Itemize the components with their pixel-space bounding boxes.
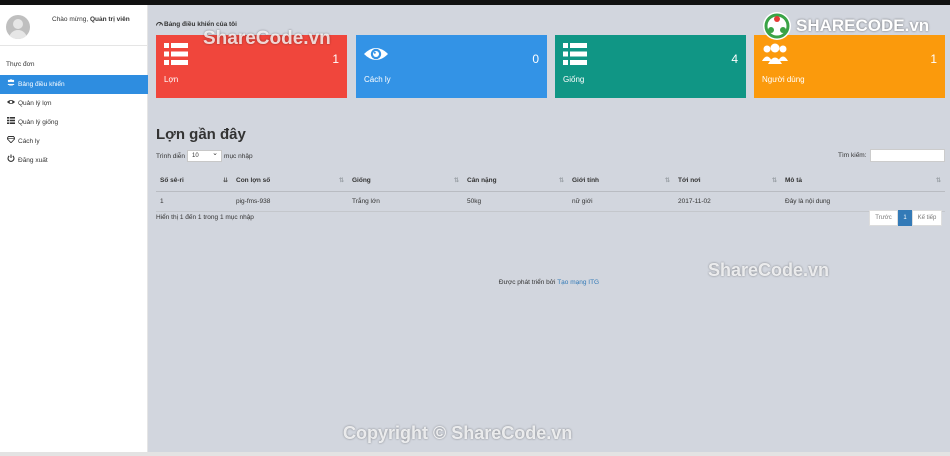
table-cell: pig-fms-938 xyxy=(232,191,348,212)
sidebar-item-dashboard[interactable]: Bảng điều khiển xyxy=(0,75,148,94)
stat-label: Lợn xyxy=(164,75,179,84)
footer-text: Được phát triển bởi xyxy=(498,279,558,286)
power-icon xyxy=(7,151,15,170)
column-header-label: Cân nặng xyxy=(467,177,497,185)
watermark-text: ShareCode.vn xyxy=(708,260,830,280)
length-select[interactable]: 10 xyxy=(187,149,223,162)
sidebar-item-pigs[interactable]: Quản lý lợn xyxy=(0,94,148,113)
table-header-row: Số sê-ri ⇊ Con lợn số ⇅ Giống ⇅ Cân nặng ⇅ G… xyxy=(156,171,945,192)
watermark-copyright: Copyright © ShareCode.vn xyxy=(343,423,573,443)
search-input[interactable] xyxy=(869,149,945,162)
table-cell: 2017-11-02 xyxy=(674,191,781,212)
logo-text-b: CODE.vn xyxy=(855,16,930,35)
table-cell: nữ giới xyxy=(568,191,674,212)
sidebar-item-label: Quản lý lợn xyxy=(18,100,52,107)
welcome-prefix: Chào mừng, xyxy=(52,16,90,23)
section-title: Lợn gần đây xyxy=(156,126,246,143)
table-cell: 1 xyxy=(156,191,232,212)
diamond-icon xyxy=(6,132,16,151)
main-content: Bảng điều khiển của tôi 1 Lợn 0 Cách ly … xyxy=(148,5,950,456)
sort-icon: ⇅ xyxy=(771,178,777,184)
avatar xyxy=(6,15,30,39)
length-control: Trình diễn 10 mục nhập xyxy=(156,149,253,162)
stat-count: 1 xyxy=(930,52,937,66)
stat-card-breeds[interactable]: 4 Giống xyxy=(555,35,746,98)
page-title-text: Bảng điều khiển của tôi xyxy=(164,20,237,28)
sort-icon: ⇅ xyxy=(338,178,344,184)
prev-page-button[interactable]: Trước xyxy=(869,210,898,226)
sidebar-item-label: Đăng xuất xyxy=(18,157,48,164)
stat-card-quarantine[interactable]: 0 Cách ly xyxy=(356,35,547,98)
table-row: 1 pig-fms-938 Trắng lớn 50kg nữ giới 201… xyxy=(156,191,945,212)
sidebar-menu: Bảng điều khiển Quản lý lợn Quản lý giốn… xyxy=(0,75,148,170)
pagination: Trước 1 Kế tiếp xyxy=(869,210,942,226)
column-header-label: Con lợn số xyxy=(236,177,271,185)
table-cell: 50kg xyxy=(463,191,568,212)
search-control: Tìm kiếm: xyxy=(838,149,945,162)
list-icon xyxy=(563,43,587,65)
table-cell: Đây là nội dung xyxy=(781,191,945,212)
stat-count: 1 xyxy=(332,52,339,66)
sort-icon: ⇅ xyxy=(558,178,564,184)
sort-icon: ⇅ xyxy=(453,178,459,184)
sidebar-item-label: Quản lý giống xyxy=(18,119,59,126)
user-panel: Chào mừng, Quản trị viên xyxy=(0,5,147,46)
sidebar-item-label: Bảng điều khiển xyxy=(18,81,65,88)
welcome-text: Chào mừng, Quản trị viên xyxy=(52,16,130,23)
column-header-label: Mô tả xyxy=(785,177,802,185)
stat-label: Cách ly xyxy=(364,75,391,84)
footer: Được phát triển bởi Tạo mạng ITG xyxy=(148,279,950,286)
sharecode-logo: SHARECODE.vn xyxy=(762,10,947,42)
users-icon xyxy=(7,75,15,94)
users-icon xyxy=(762,43,788,65)
menu-title: Thực đơn xyxy=(6,61,35,68)
table-info: Hiển thị 1 đến 1 trong 1 mục nhập xyxy=(156,214,254,221)
stat-label: Người dùng xyxy=(762,75,805,84)
stat-card-users[interactable]: 1 Người dùng xyxy=(754,35,945,98)
sharecode-logo-text: SHARECODE.vn xyxy=(796,16,929,36)
column-header[interactable]: Giống ⇅ xyxy=(348,171,463,192)
length-prefix: Trình diễn xyxy=(156,152,186,160)
sidebar: Chào mừng, Quản trị viên Thực đơn Bảng đ… xyxy=(0,5,148,456)
stat-label: Giống xyxy=(563,75,585,84)
sort-icon: ⇅ xyxy=(664,178,670,184)
sidebar-item-logout[interactable]: Đăng xuất xyxy=(0,151,148,170)
column-header[interactable]: Cân nặng ⇅ xyxy=(463,171,568,192)
column-header[interactable]: Con lợn số ⇅ xyxy=(232,171,348,192)
column-header-label: Tới nơi xyxy=(678,177,701,185)
page-title: Bảng điều khiển của tôi xyxy=(156,20,237,28)
length-suffix: mục nhập xyxy=(224,152,253,160)
footer-link[interactable]: Tạo mạng ITG xyxy=(557,279,599,286)
next-page-button[interactable]: Kế tiếp xyxy=(912,210,942,226)
bottom-bar xyxy=(0,452,950,456)
sort-asc-icon: ⇊ xyxy=(222,178,228,184)
search-label: Tìm kiếm: xyxy=(838,152,867,159)
column-header-label: Giới tính xyxy=(572,177,600,185)
column-header[interactable]: Tới nơi ⇅ xyxy=(674,171,781,192)
column-header[interactable]: Số sê-ri ⇊ xyxy=(156,171,232,192)
table-cell: Trắng lớn xyxy=(348,191,463,212)
eye-icon xyxy=(7,94,15,113)
sidebar-item-breeds[interactable]: Quản lý giống xyxy=(0,113,148,132)
column-header-label: Số sê-ri xyxy=(160,177,184,185)
logo-text-a: SHARE xyxy=(796,16,856,35)
page-button-current[interactable]: 1 xyxy=(898,210,912,226)
recent-pigs-table: Số sê-ri ⇊ Con lợn số ⇅ Giống ⇅ Cân nặng ⇅ G… xyxy=(156,171,945,212)
list-icon xyxy=(7,113,15,132)
column-header-label: Giống xyxy=(352,177,371,185)
sort-icon: ⇅ xyxy=(935,178,941,184)
sidebar-item-quarantine[interactable]: Cách ly xyxy=(0,132,148,151)
stat-count: 4 xyxy=(731,52,738,66)
stat-count: 0 xyxy=(532,52,539,66)
dashboard-icon xyxy=(156,20,163,28)
sidebar-item-label: Cách ly xyxy=(18,138,40,145)
eye-icon xyxy=(364,43,388,65)
watermark-text: ShareCode.vn xyxy=(203,28,331,49)
column-header[interactable]: Giới tính ⇅ xyxy=(568,171,674,192)
column-header[interactable]: Mô tả ⇅ xyxy=(781,171,945,192)
list-icon xyxy=(164,43,188,65)
sharecode-logo-icon xyxy=(763,12,791,40)
welcome-user: Quản trị viên xyxy=(89,16,130,23)
